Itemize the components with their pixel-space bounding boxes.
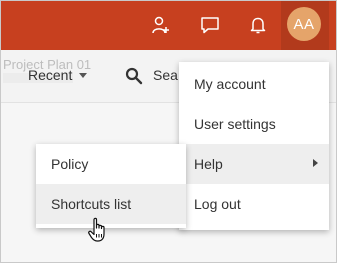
menu-item-label: Help (194, 156, 223, 172)
hand-pointer-cursor-icon (87, 217, 109, 243)
help-submenu: Policy Shortcuts list (36, 144, 186, 228)
recent-label: Recent (28, 67, 73, 83)
search-icon[interactable] (125, 67, 143, 85)
menu-item-log-out[interactable]: Log out (179, 184, 329, 224)
menu-item-my-account[interactable]: My account (179, 64, 329, 104)
recent-dropdown[interactable]: Recent (28, 67, 88, 83)
bell-icon[interactable] (246, 13, 270, 37)
menu-item-user-settings[interactable]: User settings (179, 104, 329, 144)
menu-item-label: User settings (194, 116, 276, 132)
app-window: AA Project Plan 01 Recent Sea My account… (0, 0, 337, 263)
menu-item-label: Policy (51, 156, 89, 172)
menu-item-help[interactable]: Help (179, 144, 329, 184)
menu-item-label: Log out (194, 196, 241, 212)
chat-icon[interactable] (198, 13, 222, 37)
menu-item-policy[interactable]: Policy (36, 144, 186, 184)
menu-item-label: Shortcuts list (51, 196, 132, 212)
caret-down-icon (79, 72, 88, 78)
chevron-right-icon (313, 159, 318, 167)
menu-item-shortcuts-list[interactable]: Shortcuts list (36, 184, 186, 224)
add-user-icon[interactable] (149, 13, 173, 37)
search-label[interactable]: Sea (153, 67, 178, 83)
top-bar: AA (1, 1, 336, 50)
user-menu: My account User settings Help Log out (179, 62, 329, 230)
menu-item-label: My account (194, 76, 266, 92)
avatar[interactable]: AA (287, 7, 321, 41)
